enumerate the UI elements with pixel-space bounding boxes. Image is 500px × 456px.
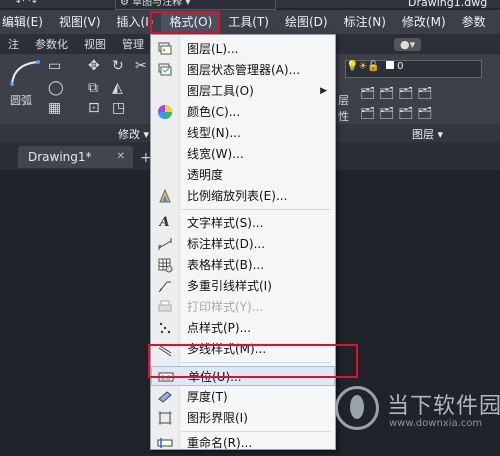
menu-item-thickness[interactable]: 厚度(T) — [151, 387, 335, 407]
watermark-text: 当下软件园 — [387, 394, 500, 419]
undo-icon[interactable]: ↶ — [16, 0, 24, 8]
trim-icon[interactable]: ✂ — [135, 58, 147, 74]
menu-parametric[interactable]: 参数 — [454, 11, 494, 33]
menu-item-rename[interactable]: 重命名(R)... — [151, 433, 335, 453]
menu-item-table-style[interactable]: 表格样式(B)... — [151, 255, 335, 275]
menu-item-lineweight[interactable]: 线宽(W)... — [151, 144, 335, 164]
watermark: 当下软件园 www.downxia.com — [335, 380, 500, 450]
workspace-combo[interactable]: ⚙ 草图与注释 ▾ — [115, 0, 276, 10]
scale-icon[interactable]: ◳ — [112, 100, 125, 116]
mline-style-icon — [156, 341, 173, 357]
layer-combo[interactable]: 💡☀🔓 0 — [345, 60, 482, 78]
document-title: Drawing1.dwg — [408, 0, 488, 9]
layer-properties-label-2: 性 — [338, 110, 349, 123]
layers-icon — [156, 41, 173, 57]
arc-tool-icon[interactable] — [8, 58, 44, 88]
rotate-icon[interactable]: ↻ — [112, 58, 124, 74]
svg-text:0.0: 0.0 — [161, 375, 171, 382]
menu-tools[interactable]: 工具(T) — [220, 11, 277, 33]
layer-state-icon — [156, 62, 173, 78]
downxia-logo-icon — [335, 386, 379, 430]
layer-properties-label: 层 — [338, 94, 349, 107]
units-icon: 0.0 — [157, 369, 174, 385]
layer-color-swatch — [386, 61, 395, 69]
lock-icon: 🔓 — [367, 61, 380, 72]
menu-bar: 编辑(E) 视图(V) 插入(I) 格式(O) 工具(T) 绘图(D) 标注(N… — [0, 10, 500, 34]
menu-insert[interactable]: 插入(I) — [109, 11, 162, 33]
menu-format[interactable]: 格式(O) — [161, 11, 221, 33]
ribbon-tab-parametric[interactable]: 参数化 — [27, 36, 76, 52]
stretch-icon[interactable]: ⊡ — [88, 100, 100, 116]
menu-item-layer-tools[interactable]: 图层工具(O) ▶ — [151, 81, 335, 101]
ribbon-tab-annotate[interactable]: 注 — [0, 36, 27, 52]
modify-panel-label[interactable]: 修改 ▾ — [118, 126, 149, 142]
menu-item-dim-style[interactable]: 标注样式(D)... — [151, 234, 335, 254]
move-icon[interactable]: ✥ — [88, 58, 100, 74]
menu-item-text-style[interactable]: A 文字样式(S)... — [151, 213, 335, 233]
menu-item-plot-style: 打印样式(Y)... — [151, 297, 335, 317]
bulb-icon: 💡 — [346, 61, 359, 72]
close-tab-icon[interactable]: ✕ — [117, 146, 125, 168]
rename-icon — [156, 435, 173, 451]
thickness-icon — [156, 389, 173, 405]
menu-view[interactable]: 视图(V) — [51, 11, 109, 33]
menu-modify[interactable]: 修改(M) — [394, 11, 454, 33]
menu-item-point-style[interactable]: 点样式(P)... — [151, 318, 335, 338]
scale-list-icon — [156, 188, 173, 204]
menu-item-color[interactable]: 颜色(C)... — [151, 102, 335, 122]
layer-panel-label[interactable]: 图层 ▾ — [412, 126, 443, 142]
submenu-arrow-icon: ▶ — [320, 86, 327, 96]
ribbon-tab-view[interactable]: 视图 — [76, 36, 114, 52]
menu-item-linetype[interactable]: 线型(N)... — [151, 123, 335, 143]
watermark-url: www.downxia.com — [389, 418, 483, 429]
menu-item-mline-style[interactable]: 多线样式(M)... — [151, 339, 335, 359]
mleader-style-icon — [156, 278, 173, 294]
quick-access-toolbar: ↶ ↷ — [0, 0, 37, 8]
table-style-icon — [156, 257, 173, 273]
menu-edit[interactable]: 编辑(E) — [0, 11, 51, 33]
ribbon-tab-manage[interactable]: 管理 — [114, 36, 152, 52]
menu-item-drawing-limits[interactable]: 图形界限(I) — [151, 408, 335, 428]
menu-item-layer-state-manager[interactable]: 图层状态管理器(A)... — [151, 60, 335, 80]
point-style-icon — [156, 320, 173, 336]
plot-style-icon — [156, 299, 173, 315]
limits-icon — [156, 410, 173, 426]
menu-separator — [181, 209, 331, 210]
ribbon-toggle-icon[interactable]: ●▾ — [394, 37, 422, 51]
menu-item-layer[interactable]: 图层(L)... — [151, 39, 335, 59]
ellipse-icon[interactable]: ◯ — [48, 80, 64, 96]
arc-label: 圆弧 — [10, 94, 32, 107]
menu-item-transparency[interactable]: 透明度 — [151, 165, 335, 185]
menu-item-mleader-style[interactable]: 多重引线样式(I) — [151, 276, 335, 296]
color-wheel-icon — [156, 104, 173, 120]
layer-tools-icon-2[interactable]: 🗂 🗂 🗂 🗂 — [360, 106, 432, 120]
menu-item-units[interactable]: 0.0 单位(U)... — [151, 366, 335, 386]
menu-item-scale-list[interactable]: 比例缩放列表(E)... — [151, 186, 335, 206]
format-menu: 图层(L)... 图层状态管理器(A)... 图层工具(O) ▶ 颜色(C)..… — [150, 34, 336, 450]
layer-tools-icon[interactable]: 🗂 🗂 🗂 🗂 — [360, 86, 432, 100]
copy-icon[interactable]: ⧉ — [88, 80, 98, 96]
menu-separator — [181, 362, 331, 363]
doc-tab-drawing1[interactable]: Drawing1* ✕ — [18, 146, 133, 168]
mirror-icon[interactable]: ◭ — [112, 80, 123, 96]
menu-draw[interactable]: 绘图(D) — [277, 11, 336, 33]
hatch-icon[interactable]: ▦ — [48, 100, 61, 116]
dim-style-icon — [156, 236, 173, 252]
text-style-icon: A — [159, 215, 170, 230]
redo-icon[interactable]: ↷ — [28, 0, 36, 8]
rectangle-icon[interactable]: ▭ — [48, 58, 61, 74]
menu-separator — [181, 431, 331, 432]
menu-dimension[interactable]: 标注(N) — [336, 11, 394, 33]
